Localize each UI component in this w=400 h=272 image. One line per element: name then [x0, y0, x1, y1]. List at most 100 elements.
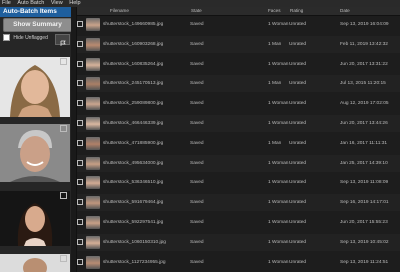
- cell-filename: shutterstock_471885900.jpg: [103, 140, 164, 146]
- cell-state: Saved: [190, 140, 204, 146]
- column-header-rating[interactable]: Rating: [290, 7, 303, 15]
- table-row[interactable]: shutterstock_1127234955.jpg Saved 1 Woman U…: [77, 254, 400, 271]
- column-header-state[interactable]: State: [191, 7, 202, 15]
- table-row[interactable]: shutterstock_471885900.jpg Saved 1 Man Unra…: [77, 135, 400, 152]
- flag-filter-button[interactable]: [55, 34, 70, 46]
- table-row[interactable]: shutterstock_495634000.jpg Saved 1 Woman Un…: [77, 154, 400, 172]
- thumbnail-flag-icon[interactable]: [60, 255, 67, 262]
- cell-date: Sep 13, 2019 11:24:51: [340, 259, 389, 265]
- sidebar-title: Auto-Batch Items: [0, 7, 76, 17]
- sidebar-scrollbar[interactable]: [71, 7, 76, 272]
- cell-date: Feb 11, 2019 13:42:32: [340, 41, 388, 47]
- row-flag-icon[interactable]: [77, 159, 83, 166]
- cell-filename: shutterstock_245170513.jpg: [103, 81, 164, 87]
- table-row[interactable]: shutterstock_592297541.jpg Saved 1 Woman Un…: [77, 214, 400, 231]
- table-row[interactable]: shutterstock_149660985.jpg Saved 1 Woman Un…: [77, 16, 400, 33]
- cell-faces: 1 Woman: [268, 101, 289, 107]
- row-thumbnail: [86, 176, 100, 190]
- cell-state: Saved: [190, 61, 204, 67]
- row-flag-icon[interactable]: [77, 238, 83, 245]
- cell-faces: 1 Woman: [268, 239, 289, 245]
- sidebar-thumbnail-4[interactable]: [0, 254, 70, 272]
- cell-faces: 1 Man: [268, 81, 282, 87]
- cell-state: Saved: [190, 200, 204, 206]
- cell-rating: Unrated: [289, 61, 307, 67]
- cell-state: Saved: [190, 22, 204, 27]
- sidebar-thumbnail-2[interactable]: [0, 124, 70, 182]
- cell-state: Saved: [190, 180, 204, 186]
- column-header-date[interactable]: Date: [340, 7, 350, 15]
- menu-bar: File Auto Batch View Help: [0, 0, 400, 7]
- table-header: Filename State Faces Rating Date: [77, 7, 400, 16]
- row-thumbnail: [86, 156, 100, 170]
- table-row[interactable]: shutterstock_466446339.jpg Saved 1 Woman Un…: [77, 115, 400, 132]
- column-header-filename[interactable]: Filename: [110, 7, 129, 15]
- cell-faces: 1 Woman: [268, 200, 289, 206]
- table-row[interactable]: shutterstock_160903268.jpg Saved 1 Man Unra…: [77, 35, 400, 53]
- table-row[interactable]: shutterstock_160835264.jpg Saved 1 Woman Un…: [77, 56, 400, 73]
- cell-faces: 1 Woman: [268, 160, 289, 166]
- table-row[interactable]: shutterstock_591679464.jpg Saved 1 Woman Un…: [77, 194, 400, 212]
- menu-help[interactable]: Help: [69, 0, 80, 6]
- table-row[interactable]: shutterstock_245170513.jpg Saved 1 Man Unra…: [77, 75, 400, 93]
- cell-state: Saved: [190, 41, 204, 47]
- hide-unflagged-label: Hide Unflagged: [13, 35, 48, 41]
- auto-batch-sidebar: Auto-Batch Items Show Summary Hide Unfla…: [0, 7, 77, 272]
- row-flag-icon[interactable]: [77, 139, 83, 146]
- cell-rating: Unrated: [289, 160, 307, 166]
- row-thumbnail: [86, 57, 100, 71]
- cell-rating: Unrated: [289, 259, 307, 265]
- cell-filename: shutterstock_591679464.jpg: [103, 200, 164, 206]
- row-flag-icon[interactable]: [77, 258, 83, 265]
- batch-table: Filename State Faces Rating Date shutter…: [77, 7, 400, 272]
- cell-state: Saved: [190, 220, 204, 225]
- hide-unflagged-checkbox[interactable]: [3, 34, 10, 42]
- woman-portrait-image: [0, 191, 70, 246]
- menu-view[interactable]: View: [51, 0, 63, 6]
- row-flag-icon[interactable]: [77, 219, 83, 225]
- cell-faces: 1 Woman: [268, 121, 289, 126]
- row-flag-icon[interactable]: [77, 179, 83, 186]
- cell-rating: Unrated: [289, 239, 307, 245]
- cell-date: Jan 16, 2017 11:11:31: [340, 140, 388, 146]
- row-thumbnail: [86, 235, 100, 249]
- sidebar-thumbnail-3[interactable]: [0, 191, 70, 246]
- menu-file[interactable]: File: [2, 0, 11, 6]
- row-thumbnail: [86, 255, 100, 269]
- cell-date: Jun 20, 2017 13:44:26: [340, 121, 388, 126]
- row-thumbnail: [86, 196, 100, 210]
- cell-state: Saved: [190, 239, 204, 245]
- row-flag-icon[interactable]: [77, 60, 83, 67]
- row-flag-icon[interactable]: [77, 40, 83, 47]
- cell-filename: shutterstock_495634000.jpg: [103, 160, 164, 166]
- table-row[interactable]: shutterstock_259089800.jpg Saved 1 Woman Un…: [77, 95, 400, 112]
- cell-state: Saved: [190, 101, 204, 107]
- column-header-faces[interactable]: Faces: [268, 7, 281, 15]
- cell-date: Sep 13, 2019 16:04:09: [340, 22, 389, 27]
- show-summary-button[interactable]: Show Summary: [3, 18, 72, 32]
- cell-rating: Unrated: [289, 140, 307, 146]
- row-flag-icon[interactable]: [77, 21, 83, 27]
- cell-rating: Unrated: [289, 81, 307, 87]
- row-flag-icon[interactable]: [77, 100, 83, 107]
- row-thumbnail: [86, 37, 100, 51]
- thumbnail-flag-icon[interactable]: [60, 125, 67, 132]
- cell-filename: shutterstock_160903268.jpg: [103, 41, 164, 47]
- table-row[interactable]: shutterstock_1060150310.jpg Saved 1 Woman U…: [77, 233, 400, 251]
- thumbnail-flag-icon[interactable]: [60, 58, 67, 65]
- table-row[interactable]: shutterstock_536346510.jpg Saved 1 Woman Un…: [77, 174, 400, 191]
- cell-faces: 1 Woman: [268, 220, 289, 225]
- cell-rating: Unrated: [289, 220, 307, 225]
- thumbnail-flag-icon[interactable]: [60, 192, 67, 199]
- sidebar-thumbnail-1[interactable]: [0, 57, 70, 117]
- cell-filename: shutterstock_149660985.jpg: [103, 22, 164, 27]
- cell-rating: Unrated: [289, 101, 307, 107]
- cell-filename: shutterstock_592297541.jpg: [103, 220, 164, 225]
- row-flag-icon[interactable]: [77, 80, 83, 87]
- row-flag-icon[interactable]: [77, 199, 83, 206]
- row-flag-icon[interactable]: [77, 120, 83, 126]
- cell-filename: shutterstock_259089800.jpg: [103, 101, 164, 107]
- menu-auto-batch[interactable]: Auto Batch: [17, 0, 44, 6]
- flag-icon: [60, 40, 66, 46]
- row-thumbnail: [86, 97, 100, 111]
